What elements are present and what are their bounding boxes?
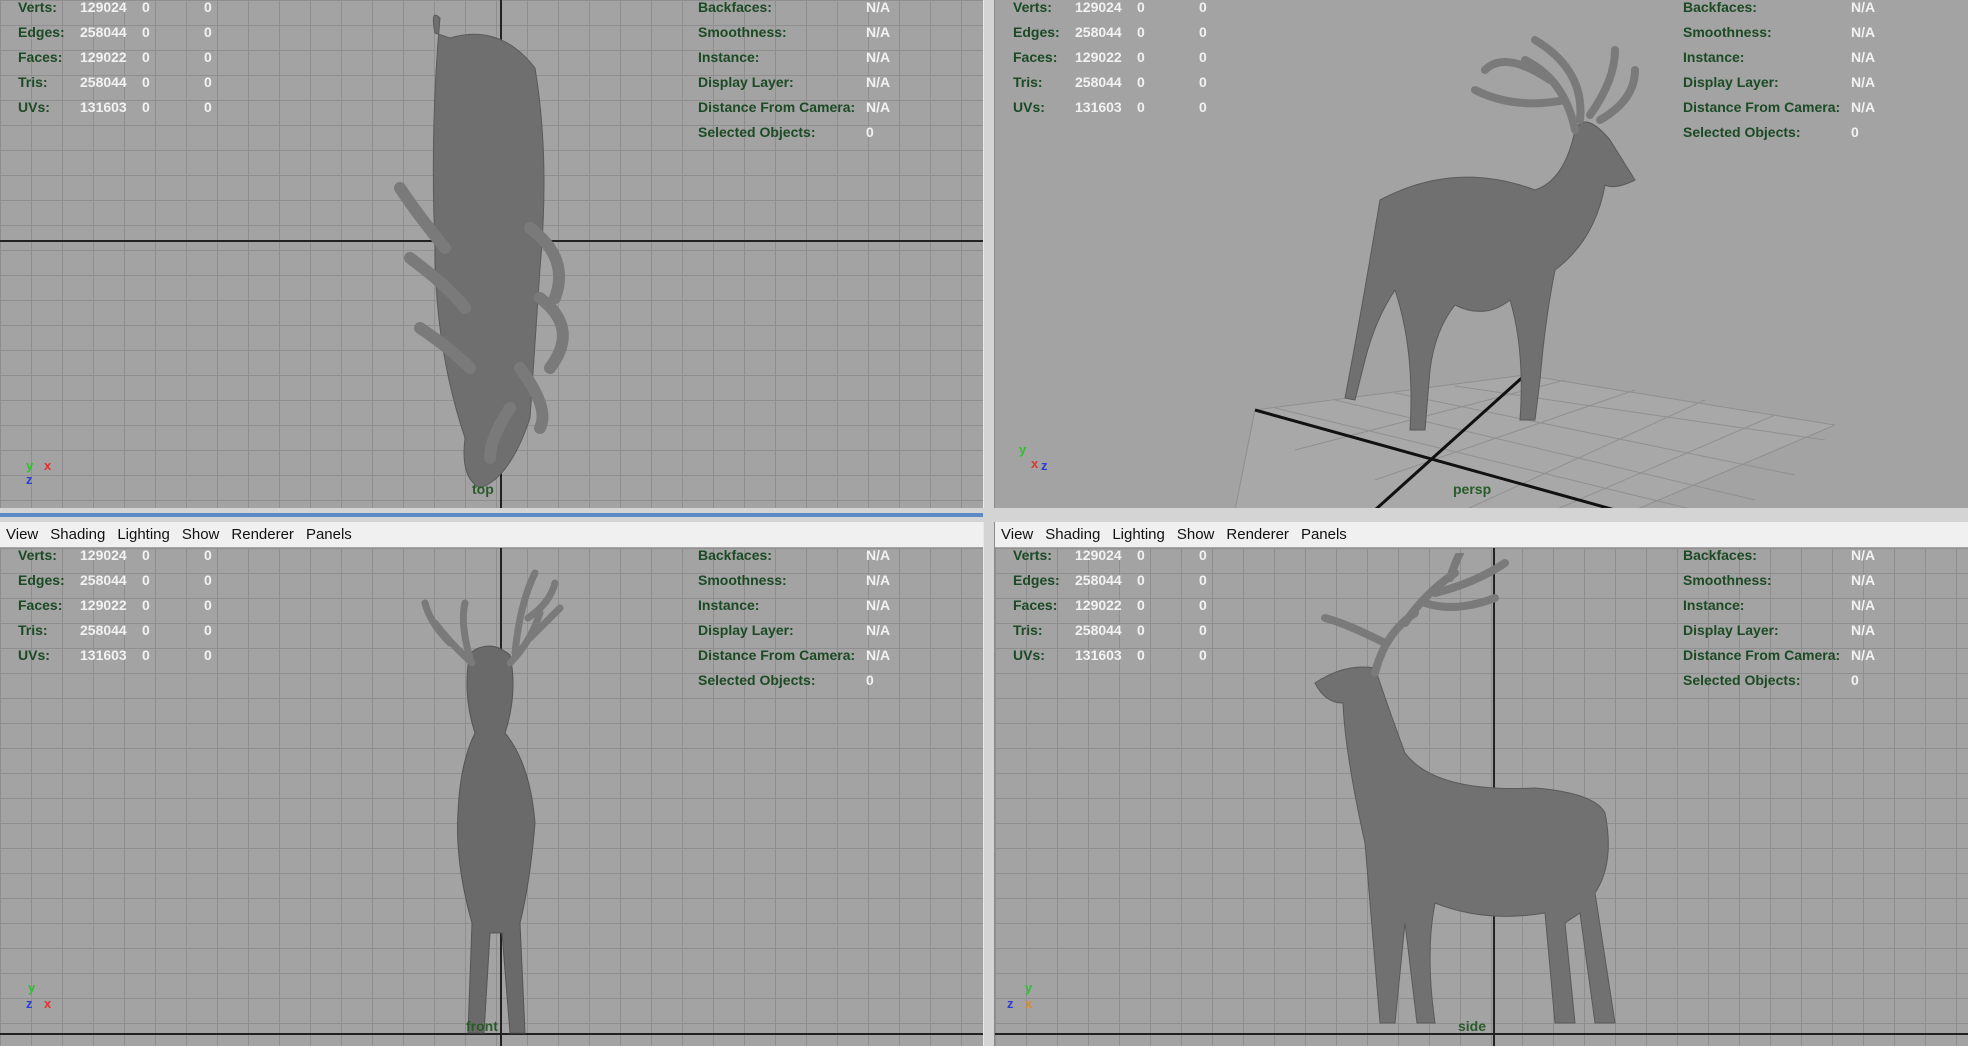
viewport-side[interactable]: Verts: 129024 0 0 Edges: 258044 0 0 Faces: 1290… [995,548,1968,1046]
axis-gizmo-icon: y x z [26,458,52,487]
hud-label: Verts: [18,0,57,15]
viewport-front[interactable]: Verts: 129024 0 0 Edges: 258044 0 0 Faces: 1290… [0,548,983,1046]
viewport-top[interactable]: Verts: 129024 0 0 Edges: 258044 0 0 Faces: 1290… [0,0,983,508]
menu-view[interactable]: View [995,526,1039,543]
camera-label-side: side [1458,1018,1487,1034]
active-panel-highlight [0,513,983,517]
axis-gizmo-icon: y z x [26,980,52,1011]
viewport-vertical-splitter[interactable] [983,0,995,1046]
deer-model-side-view[interactable] [1285,553,1685,1038]
menu-panels[interactable]: Panels [300,526,358,543]
camera-label-persp: persp [1453,481,1492,497]
deer-model-front-view[interactable] [410,563,570,1043]
menu-shading[interactable]: Shading [44,526,111,543]
menu-lighting[interactable]: Lighting [1106,526,1171,543]
axis-gizmo-icon: y x z [1019,442,1048,473]
deer-model-persp-view[interactable] [1335,20,1655,460]
deer-model-top-view[interactable] [390,8,600,498]
axis-gizmo-icon: y z x [1007,980,1033,1011]
panel-menubar-side: View Shading Lighting Show Renderer Pane… [995,522,1968,548]
menu-renderer[interactable]: Renderer [1220,526,1295,543]
menu-view[interactable]: View [0,526,44,543]
menu-panels[interactable]: Panels [1295,526,1353,543]
panel-menubar-front: View Shading Lighting Show Renderer Pane… [0,522,983,548]
menu-renderer[interactable]: Renderer [225,526,300,543]
camera-label-top: top [472,481,494,497]
camera-label-front: front [466,1018,498,1034]
menu-show[interactable]: Show [1171,526,1221,543]
menu-lighting[interactable]: Lighting [111,526,176,543]
viewport-persp[interactable]: Verts: 129024 0 0 Edges: 258044 0 0 Faces: 1290… [995,0,1968,508]
menu-shading[interactable]: Shading [1039,526,1106,543]
menu-show[interactable]: Show [176,526,226,543]
